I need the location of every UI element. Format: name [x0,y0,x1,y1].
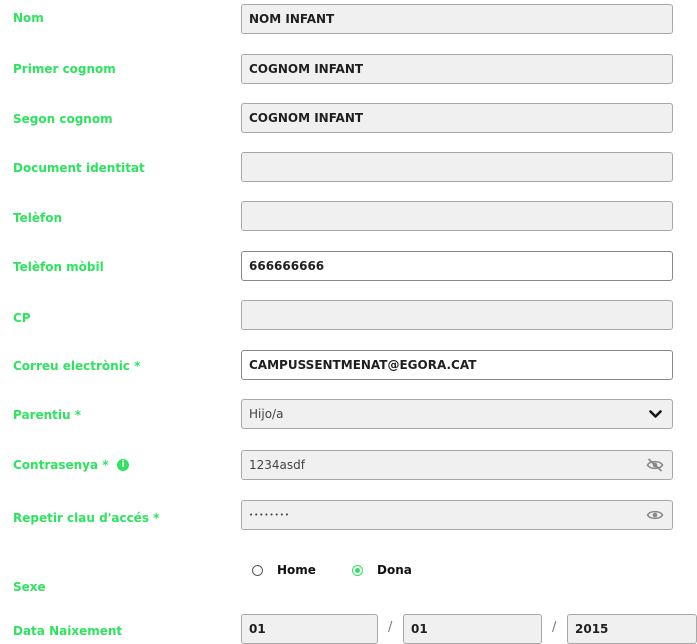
month-field[interactable]: 01 [403,614,542,644]
date-separator-2: / [552,620,557,635]
primer-cognom-field[interactable]: COGNOM INFANT [241,54,673,84]
label-primer-cognom: Primer cognom [13,62,116,76]
label-data-naixement: Data Naixement [13,624,123,638]
radio-home-label: Home [277,563,316,577]
repetir-clau-field[interactable]: •••••••• [241,500,673,530]
label-repetir-clau: Repetir clau d'accés * [13,511,160,525]
telefon-field[interactable] [241,201,673,231]
label-sexe: Sexe [13,580,46,594]
eye-icon[interactable] [638,501,672,529]
day-field[interactable]: 01 [241,614,378,644]
label-cp: CP [13,311,31,325]
correu-electronic-field[interactable]: CAMPUSSENTMENAT@EGORA.CAT [241,350,673,380]
label-correu-electronic: Correu electrònic * [13,359,141,373]
segon-cognom-value: COGNOM INFANT [249,111,364,125]
nom-value: NOM INFANT [249,12,335,26]
label-nom: Nom [13,11,44,25]
year-field[interactable]: 2015 [567,614,697,644]
info-icon[interactable]: i [117,459,129,471]
chevron-down-icon [638,400,672,428]
radio-dona-label: Dona [377,563,412,577]
label-parentiu: Parentiu * [13,408,82,422]
label-contrasenya: Contrasenya * [13,458,109,472]
contrasenya-value: 1234asdf [249,458,305,472]
radio-home[interactable]: Home [252,563,316,577]
telefon-mobil-field[interactable]: 666666666 [241,251,673,281]
label-telefon: Telèfon [13,211,62,225]
telefon-mobil-value: 666666666 [249,259,325,273]
repetir-clau-value: •••••••• [249,511,291,519]
label-segon-cognom: Segon cognom [13,112,113,126]
label-document-identitat: Document identitat [13,161,145,175]
month-value: 01 [411,622,428,636]
correu-electronic-value: CAMPUSSENTMENAT@EGORA.CAT [249,358,477,372]
segon-cognom-field[interactable]: COGNOM INFANT [241,103,673,133]
date-separator: / [388,620,393,635]
label-telefon-mobil: Telèfon mòbil [13,260,104,274]
day-value: 01 [249,622,266,636]
cp-field[interactable] [241,300,673,330]
year-value: 2015 [575,622,609,636]
eye-slash-icon[interactable] [638,451,672,479]
document-identitat-field[interactable] [241,152,673,182]
parentiu-selected-value: Hijo/a [249,407,284,421]
contrasenya-field[interactable]: 1234asdf [241,450,673,480]
radio-dona-circle[interactable] [352,564,363,576]
radio-dona[interactable]: Dona [352,563,412,577]
radio-home-circle[interactable] [252,564,263,576]
nom-field[interactable]: NOM INFANT [241,4,673,34]
primer-cognom-value: COGNOM INFANT [249,62,364,76]
parentiu-select[interactable]: Hijo/a [241,399,673,429]
